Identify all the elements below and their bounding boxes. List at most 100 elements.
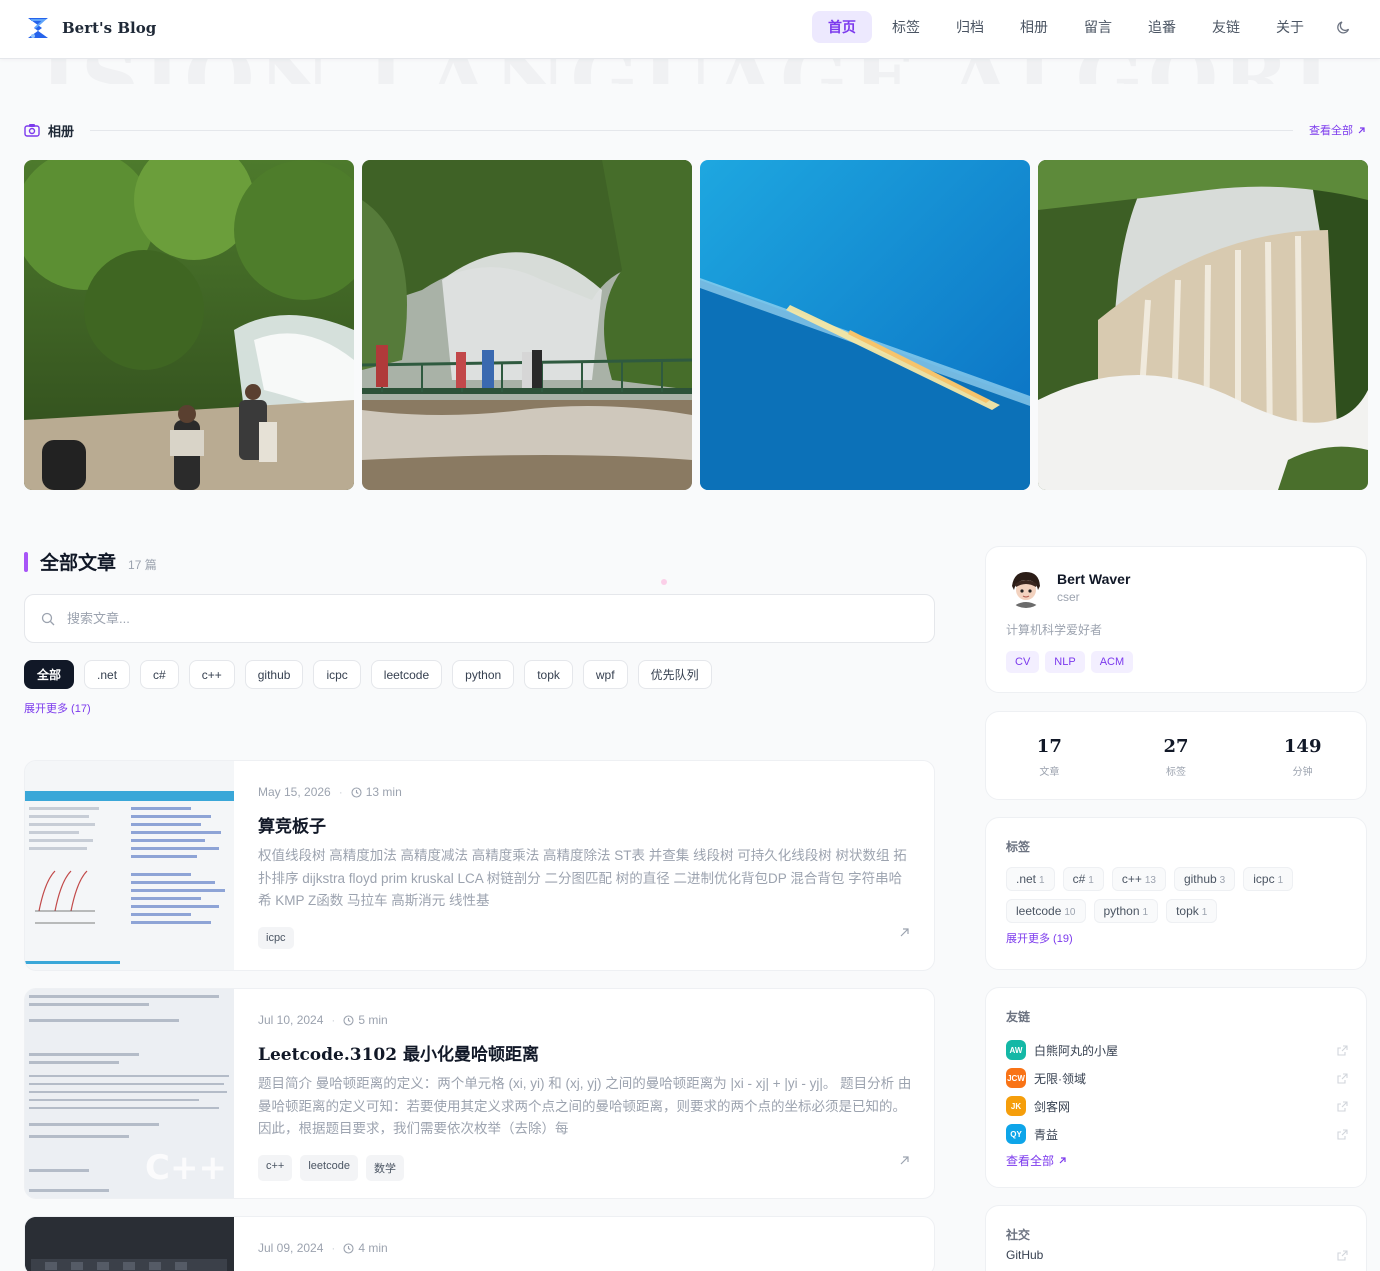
filter-chip[interactable]: c# [140, 660, 179, 689]
nav-home[interactable]: 首页 [812, 11, 872, 43]
album-title: 相册 [48, 123, 75, 139]
tag-cloud-item[interactable]: github 3 [1173, 867, 1236, 891]
filter-chip[interactable]: leetcode [370, 660, 443, 689]
tag-cloud: .net 1 c# 1 c++ 13 github 3 icpc 1 leetcode 10… [1006, 867, 1346, 923]
theme-toggle-button[interactable] [1324, 11, 1364, 43]
post-read-time: 5 min [358, 1013, 388, 1027]
tag-cloud-item[interactable]: .net 1 [1006, 867, 1055, 891]
filter-chip[interactable]: github [244, 660, 304, 689]
nav-tags[interactable]: 标签 [876, 11, 936, 43]
friend-favicon: JK [1006, 1096, 1026, 1116]
album-photo-huangguoshu-waterfall[interactable] [1038, 160, 1368, 490]
tag-cloud-item[interactable]: c# 1 [1062, 867, 1104, 891]
tag-cloud-item[interactable]: topk 1 [1166, 899, 1218, 923]
tag-cloud-item[interactable]: icpc 1 [1243, 867, 1294, 891]
post-tags: c++ leetcode 数学 [258, 1155, 913, 1181]
article-search-box[interactable] [24, 594, 935, 643]
logo-icon [28, 18, 48, 38]
stat-tags[interactable]: 27 标签 [1113, 712, 1240, 778]
post-date: Jul 10, 2024 [258, 1013, 324, 1027]
album-view-all-label: 查看全部 [1309, 125, 1353, 137]
album-photo-sky-horizon[interactable] [700, 160, 1030, 490]
post-title[interactable]: 算竞板子 [258, 812, 913, 837]
friend-link[interactable]: QY 青益 [1006, 1120, 1348, 1148]
stat-articles[interactable]: 17 文章 [986, 712, 1113, 778]
decorative-dot [661, 579, 667, 585]
friend-name: 白熊阿丸的小屋 [1034, 1043, 1119, 1058]
filter-chip[interactable]: python [452, 660, 515, 689]
friend-name: 无限·领域 [1034, 1071, 1086, 1086]
filter-chip-all[interactable]: 全部 [24, 660, 75, 689]
album-photo-forest-waterfall[interactable] [24, 160, 354, 490]
filter-chip[interactable]: topk [524, 660, 573, 689]
nav-album[interactable]: 相册 [1004, 11, 1064, 43]
tag-cloud-item[interactable]: c++ 13 [1111, 867, 1166, 891]
post-tag[interactable]: 数学 [365, 1155, 404, 1181]
external-link-icon [1337, 1044, 1348, 1056]
friend-link[interactable]: JK 剑客网 [1006, 1092, 1348, 1120]
album-divider [90, 129, 1293, 131]
friends-card: 友链 AW 白熊阿丸的小屋 JCW 无限·领域 JK 剑客网 QY 青益 查看全… [985, 987, 1367, 1188]
filter-expand-link[interactable]: 展开更多 (17) [24, 700, 91, 716]
post-body: Jul 10, 2024 · 5 min Leetcode.3102 最小化曼哈… [258, 1013, 913, 1181]
post-card[interactable]: Jul 09, 2024 · 4 min [24, 1216, 935, 1271]
tag-cloud-item[interactable]: python 1 [1093, 899, 1159, 923]
post-tag[interactable]: icpc [258, 927, 294, 949]
tag-cloud-item[interactable]: leetcode 10 [1006, 899, 1086, 923]
avatar[interactable] [1006, 568, 1046, 608]
arrow-up-right-icon[interactable] [899, 927, 910, 938]
stat-number: 17 [1036, 736, 1062, 757]
friend-favicon: QY [1006, 1124, 1026, 1144]
post-card[interactable]: May 15, 2026 · 13 min 算竞板子 权值线段树 高精度加法 高… [24, 760, 935, 971]
arrow-up-right-icon[interactable] [899, 1155, 910, 1166]
post-read-time: 13 min [365, 785, 402, 799]
post-card[interactable]: C++ Jul 10, 2024 · 5 min Leetcode.3102 最… [24, 988, 935, 1199]
profile-tags: CV NLP ACM [1006, 651, 1134, 673]
post-excerpt: 题目简介 曼哈顿距离的定义：两个单元格 (xi, yi) 和 (xj, yj) … [258, 1076, 912, 1136]
profile-role: cser [1057, 590, 1080, 604]
tag-cloud-expand-link[interactable]: 展开更多 (19) [1006, 930, 1073, 946]
friends-view-all-link[interactable]: 查看全部 [1006, 1152, 1067, 1169]
stats-card: 17 文章 27 标签 149 分钟 [985, 711, 1367, 800]
external-link-icon [1337, 1249, 1348, 1261]
filter-chip[interactable]: 优先队列 [637, 660, 712, 689]
nav-guestbook[interactable]: 留言 [1068, 11, 1128, 43]
post-tag[interactable]: leetcode [300, 1155, 358, 1181]
filter-chip[interactable]: .net [84, 660, 131, 689]
friends-view-all-label: 查看全部 [1006, 1154, 1055, 1168]
social-name: GitHub [1006, 1248, 1044, 1262]
social-card: 社交 GitHub [985, 1205, 1367, 1271]
nav-about[interactable]: 关于 [1260, 11, 1320, 43]
article-search-input[interactable] [67, 611, 867, 626]
social-link-github[interactable]: GitHub [1006, 1248, 1348, 1262]
post-meta: Jul 10, 2024 · 5 min [258, 1013, 388, 1027]
post-date: May 15, 2026 [258, 785, 331, 799]
site-logo[interactable]: Bert's Blog [24, 14, 156, 42]
stat-minutes: 149 分钟 [1239, 712, 1366, 778]
post-meta: Jul 09, 2024 · 4 min [258, 1241, 388, 1255]
friend-link[interactable]: AW 白熊阿丸的小屋 [1006, 1036, 1348, 1064]
articles-count: 17 篇 [128, 558, 157, 572]
album-photo-bridge-waterfall[interactable] [362, 160, 692, 490]
post-tag[interactable]: c++ [258, 1155, 293, 1181]
friends-list: AW 白熊阿丸的小屋 JCW 无限·领域 JK 剑客网 QY 青益 [1006, 1036, 1348, 1148]
friends-title: 友链 [1006, 1010, 1031, 1024]
main-nav: 首页 标签 归档 相册 留言 追番 友链 关于 [812, 11, 1364, 43]
filter-chip[interactable]: icpc [313, 660, 361, 689]
nav-archive[interactable]: 归档 [940, 11, 1000, 43]
filter-chip[interactable]: wpf [582, 660, 628, 689]
filter-chip[interactable]: c++ [188, 660, 235, 689]
stat-label: 文章 [1039, 767, 1060, 778]
arrow-up-right-icon [1358, 126, 1365, 133]
articles-header: 全部文章 17 篇 [24, 548, 157, 575]
album-view-all-link[interactable]: 查看全部 [1309, 122, 1366, 138]
tag-cloud-card: 标签 .net 1 c# 1 c++ 13 github 3 icpc 1 leetcod… [985, 817, 1367, 970]
nav-anime[interactable]: 追番 [1132, 11, 1192, 43]
post-body: May 15, 2026 · 13 min 算竞板子 权值线段树 高精度加法 高… [258, 785, 913, 949]
thumb-watermark: C++ [145, 1148, 227, 1188]
post-title[interactable]: Leetcode.3102 最小化曼哈顿距离 [258, 1040, 913, 1065]
nav-friends[interactable]: 友链 [1196, 11, 1256, 43]
moon-icon [1337, 21, 1350, 34]
stat-label: 标签 [1166, 767, 1186, 778]
friend-link[interactable]: JCW 无限·领域 [1006, 1064, 1348, 1092]
